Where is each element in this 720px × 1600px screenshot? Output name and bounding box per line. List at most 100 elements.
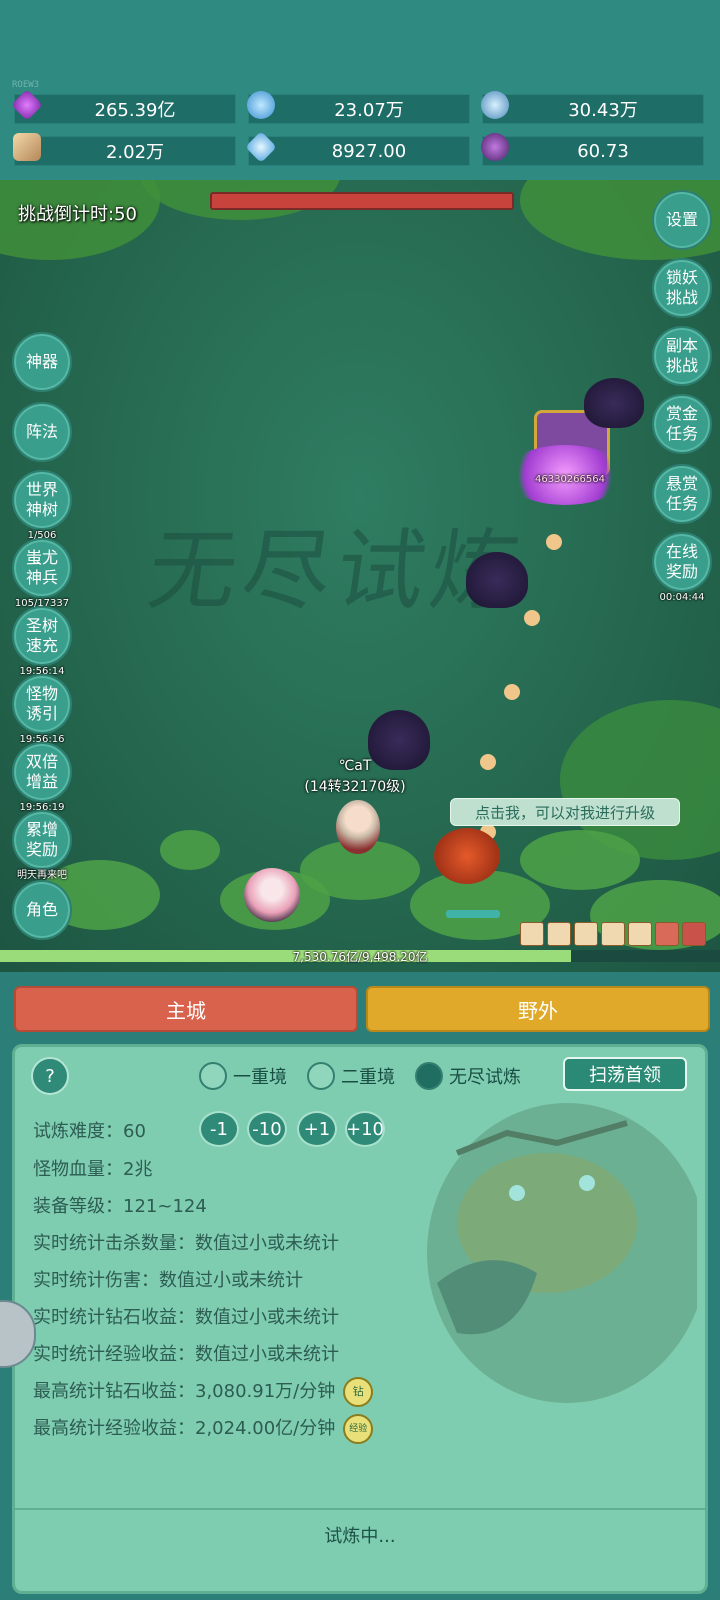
radio-label: 一重境 — [233, 1067, 287, 1088]
artifact-button[interactable]: 神器 — [12, 332, 72, 392]
max-exp-row: 最高统计经验收益：2,024.00亿/分钟 经验 — [33, 1414, 374, 1444]
button-label: 神器 — [25, 352, 58, 371]
radio-label: 二重境 — [341, 1067, 395, 1088]
button-label: 阵法 — [25, 422, 58, 441]
skill-icon[interactable] — [682, 922, 706, 946]
tab-wild[interactable]: 野外 — [366, 986, 710, 1032]
bush — [160, 830, 220, 870]
challenge-countdown: 挑战倒计时:50 — [18, 204, 137, 225]
kill-count-row: 实时统计击杀数量：数值过小或未统计 — [33, 1233, 339, 1254]
resource-value: 23.07万 — [334, 100, 404, 121]
resource-value: 60.73 — [577, 140, 629, 162]
button-label: 锁妖挑战 — [665, 268, 698, 307]
resource-value: 2.02万 — [105, 142, 165, 163]
damage-row: 实时统计伤害：数值过小或未统计 — [33, 1270, 303, 1291]
battle-scene: 挑战倒计时:50 无尽试炼 46330266564 ℃aT (14转32170级… — [0, 180, 720, 972]
tree-progress — [446, 910, 500, 918]
button-label: 在线奖励 — [665, 542, 698, 581]
chiyou-weapon-button[interactable]: 蚩尤神兵 105/17337 — [12, 538, 72, 609]
difficulty-minus-10-button[interactable]: -10 — [247, 1111, 287, 1147]
player-level: (14转32170级) — [304, 779, 406, 795]
difficulty-minus-1-button[interactable]: -1 — [199, 1111, 239, 1147]
button-label: 副本挑战 — [665, 336, 698, 375]
boss-damage-number: 46330266564 — [535, 474, 605, 485]
resource-diamond[interactable]: 265.39亿 — [11, 89, 236, 124]
button-label: 怪物诱引 — [25, 684, 58, 723]
resource-scroll[interactable]: 2.02万 — [13, 133, 236, 166]
button-label: 赏金任务 — [665, 404, 698, 443]
difficulty-value: 60 — [123, 1121, 146, 1142]
button-label: 圣树速充 — [25, 616, 58, 655]
character-button[interactable]: 角色 — [12, 880, 72, 940]
mode-radio-1[interactable]: 一重境 — [199, 1061, 287, 1091]
skill-icon[interactable] — [601, 922, 625, 946]
resource-orb[interactable]: 30.43万 — [481, 91, 704, 124]
row-text: 最高统计钻石收益：3,080.91万/分钟 — [33, 1381, 336, 1402]
player-name: ℃aT — [338, 758, 372, 774]
button-label: 悬赏任务 — [665, 474, 698, 513]
settings-button[interactable]: 设置 — [652, 190, 712, 250]
difficulty-plus-10-button[interactable]: +10 — [345, 1111, 385, 1147]
upgrade-tip[interactable]: 点击我，可以对我进行升级 — [450, 798, 680, 826]
difficulty-plus-1-button[interactable]: +1 — [297, 1111, 337, 1147]
resource-value: 8927.00 — [331, 140, 407, 162]
cumulative-reward-button[interactable]: 累增奖励 明天再来吧 — [12, 810, 72, 881]
difficulty-row: 试炼难度：60 — [33, 1117, 146, 1143]
companion-pet[interactable] — [244, 868, 300, 922]
radio-label: 无尽试炼 — [449, 1067, 521, 1088]
version-label: ROEW3 — [12, 80, 40, 90]
player-hero[interactable] — [336, 800, 380, 854]
dungeon-challenge-button[interactable]: 副本挑战 — [652, 326, 712, 386]
monster-lure-button[interactable]: 怪物诱引 19:56:16 — [12, 674, 72, 745]
button-label: 双倍增益 — [25, 752, 58, 791]
resource-shard[interactable]: 8927.00 — [245, 131, 470, 166]
online-reward-button[interactable]: 在线奖励 00:04:44 — [652, 532, 712, 603]
trial-panel: ? 一重境 二重境 无尽试炼 扫荡首领 试炼难度：60 -1 -10 +1 +1… — [12, 1044, 708, 1594]
button-label: 累增奖励 — [25, 820, 58, 859]
equipment-level-row: 装备等级：121~124 — [33, 1196, 207, 1217]
tree-recharge-button[interactable]: 圣树速充 19:56:14 — [12, 606, 72, 677]
help-button[interactable]: ? — [31, 1057, 69, 1095]
boss-hp-bar — [210, 192, 514, 210]
resource-potion[interactable]: 60.73 — [481, 133, 704, 166]
hp-text: 7,530.76亿/9,498.20亿 — [292, 950, 428, 964]
mode-radio-2[interactable]: 二重境 — [307, 1061, 395, 1091]
radio-circle — [199, 1062, 227, 1090]
bush — [520, 830, 640, 890]
tiger-illustration — [427, 1103, 697, 1403]
blue-orb-icon — [481, 91, 509, 119]
purple-gem-icon — [11, 89, 43, 121]
formation-button[interactable]: 阵法 — [12, 402, 72, 462]
world-tree-button[interactable]: 世界神树 1/506 — [12, 470, 72, 541]
player-hp-bar: 7,530.76亿/9,498.20亿 — [0, 950, 720, 964]
skill-icon[interactable] — [655, 922, 679, 946]
bounty-quest-button[interactable]: 悬赏任务 — [652, 464, 712, 524]
resource-value: 30.43万 — [568, 100, 638, 121]
exp-badge-icon: 经验 — [343, 1414, 374, 1444]
mode-radio-3[interactable]: 无尽试炼 — [415, 1061, 521, 1091]
double-gain-button[interactable]: 双倍增益 19:56:19 — [12, 742, 72, 813]
demon-challenge-button[interactable]: 锁妖挑战 — [652, 258, 712, 318]
tab-main-city[interactable]: 主城 — [14, 986, 358, 1032]
button-label: 角色 — [25, 900, 58, 919]
coin — [524, 610, 540, 626]
skill-icon[interactable] — [628, 922, 652, 946]
difficulty-label: 试炼难度： — [33, 1121, 123, 1142]
purple-pot-icon — [481, 133, 509, 161]
gold-quest-button[interactable]: 赏金任务 — [652, 394, 712, 454]
blue-crystal-icon — [247, 91, 275, 119]
radio-circle — [307, 1062, 335, 1090]
skill-icon[interactable] — [574, 922, 598, 946]
button-label: 设置 — [665, 210, 698, 229]
upgrade-tree[interactable] — [434, 828, 500, 884]
skill-icon[interactable] — [547, 922, 571, 946]
trial-status: 试炼中... — [324, 1526, 396, 1547]
resource-blue-crystal[interactable]: 23.07万 — [247, 91, 470, 124]
resource-value: 265.39亿 — [94, 100, 176, 121]
monster-hp-row: 怪物血量：2兆 — [33, 1159, 153, 1180]
sweep-boss-button[interactable]: 扫荡首领 — [563, 1057, 687, 1091]
coin — [480, 754, 496, 770]
skill-icon[interactable] — [520, 922, 544, 946]
ice-shard-icon — [245, 131, 277, 163]
coin — [546, 534, 562, 550]
